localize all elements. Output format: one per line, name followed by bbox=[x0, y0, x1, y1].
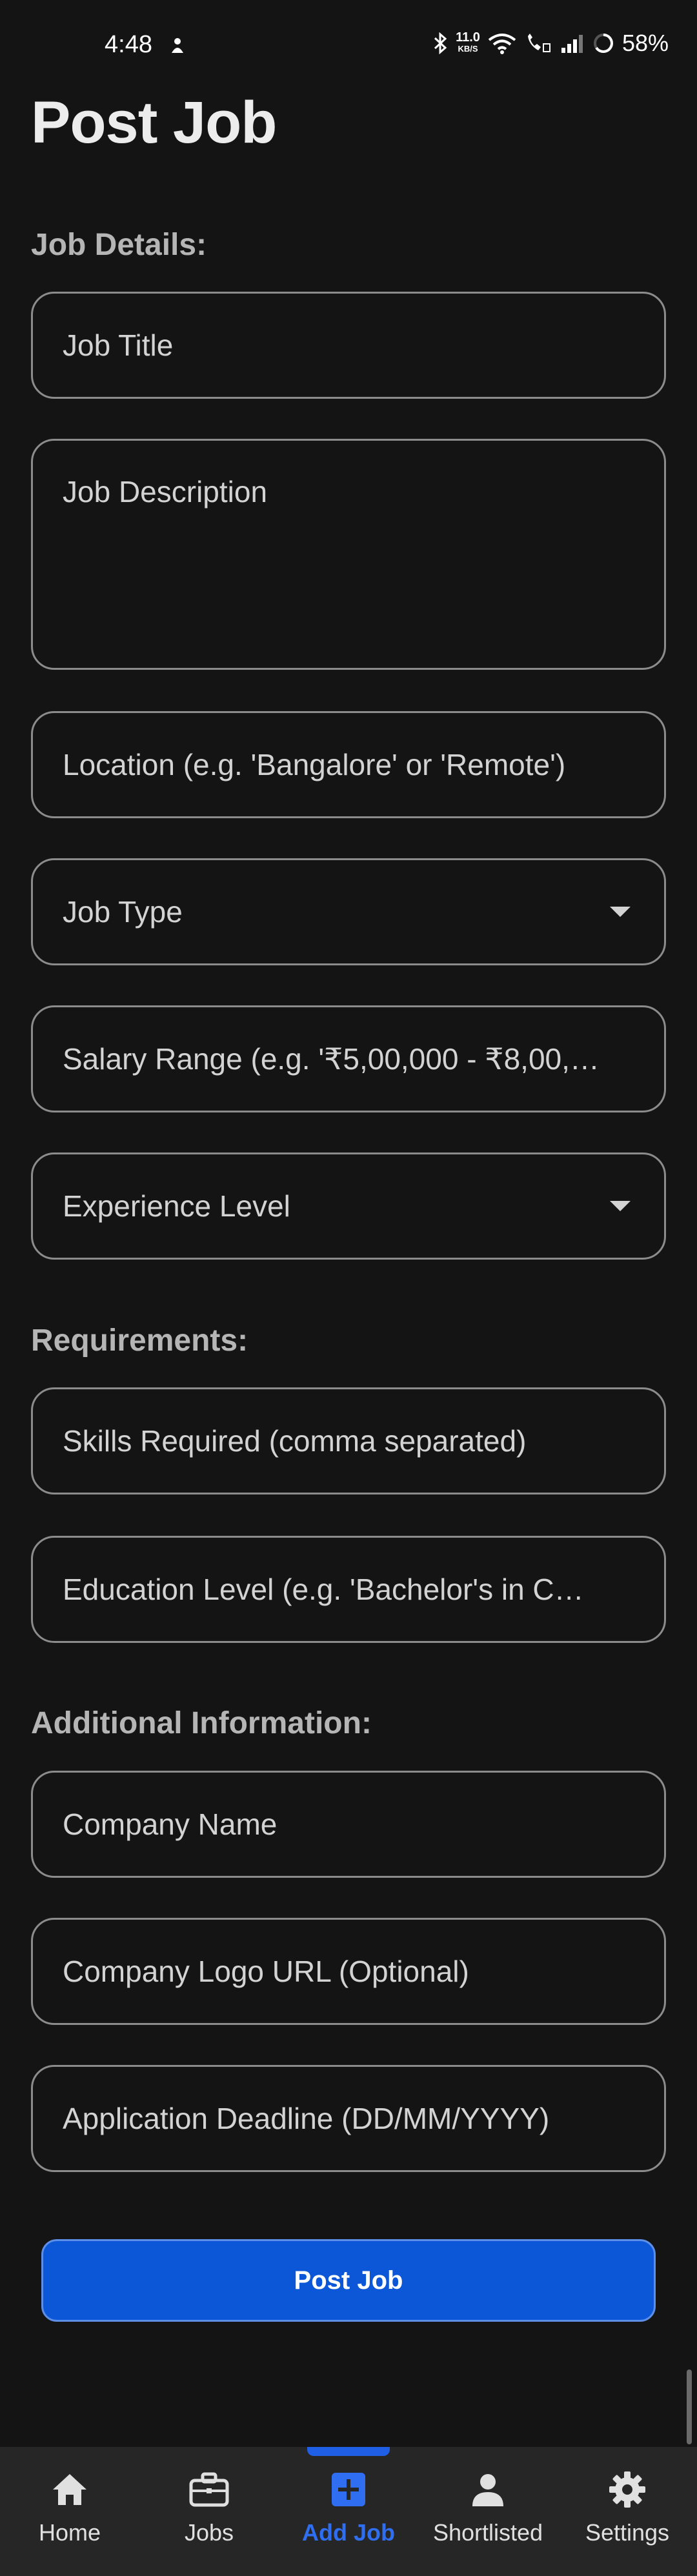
location-field[interactable]: Location (e.g. 'Bangalore' or 'Remote') bbox=[31, 711, 666, 818]
section-requirements: Requirements: bbox=[31, 1323, 248, 1358]
education-placeholder: Education Level (e.g. 'Bachelor's in C… bbox=[63, 1573, 584, 1606]
speed-unit: KB/S bbox=[458, 44, 478, 54]
job-description-field[interactable]: Job Description bbox=[31, 439, 666, 670]
notification-icon bbox=[172, 38, 183, 53]
nav-item-settings[interactable]: Settings bbox=[558, 2447, 697, 2576]
job-title-field[interactable]: Job Title bbox=[31, 292, 666, 399]
salary-range-placeholder: Salary Range (e.g. '₹5,00,000 - ₹8,00,… bbox=[63, 1042, 600, 1076]
battery-percent: 58% bbox=[621, 30, 669, 56]
nav-item-home[interactable]: Home bbox=[0, 2447, 139, 2576]
add-box-icon bbox=[328, 2469, 369, 2510]
post-job-screen: 4:48 11.0 KB/S 58% Post Job Job Details:… bbox=[0, 0, 697, 2576]
job-type-dropdown[interactable]: Job Type bbox=[31, 858, 666, 965]
company-name-placeholder: Company Name bbox=[63, 1807, 278, 1841]
nav-item-add-job[interactable]: Add Job bbox=[279, 2447, 418, 2576]
wifi-call-icon bbox=[527, 34, 551, 52]
bottom-nav: Home Jobs Add Job Shortlisted Settings bbox=[0, 2447, 697, 2576]
company-logo-placeholder: Company Logo URL (Optional) bbox=[63, 1955, 469, 1988]
bluetooth-icon bbox=[434, 32, 447, 54]
education-field[interactable]: Education Level (e.g. 'Bachelor's in C… bbox=[31, 1536, 666, 1643]
signal-icon bbox=[561, 35, 583, 53]
wifi-icon bbox=[488, 34, 516, 54]
scrollbar[interactable] bbox=[687, 2370, 692, 2444]
company-name-field[interactable]: Company Name bbox=[31, 1771, 666, 1878]
job-type-placeholder: Job Type bbox=[63, 895, 183, 929]
chevron-down-icon bbox=[610, 907, 631, 917]
skills-field[interactable]: Skills Required (comma separated) bbox=[31, 1387, 666, 1494]
nav-label-settings: Settings bbox=[585, 2519, 670, 2546]
experience-level-placeholder: Experience Level bbox=[63, 1189, 290, 1223]
section-additional-info: Additional Information: bbox=[31, 1706, 372, 1740]
deadline-field[interactable]: Application Deadline (DD/MM/YYYY) bbox=[31, 2065, 666, 2172]
page-title: Post Job bbox=[31, 90, 277, 156]
gear-icon bbox=[607, 2469, 648, 2510]
battery-icon bbox=[593, 34, 613, 53]
home-icon bbox=[49, 2469, 90, 2510]
chevron-down-icon bbox=[610, 1201, 631, 1211]
speed-value: 11.0 bbox=[456, 30, 480, 45]
company-logo-field[interactable]: Company Logo URL (Optional) bbox=[31, 1918, 666, 2025]
section-job-details: Job Details: bbox=[31, 228, 207, 262]
experience-level-dropdown[interactable]: Experience Level bbox=[31, 1152, 666, 1260]
nav-label-add-job: Add Job bbox=[302, 2519, 395, 2546]
location-placeholder: Location (e.g. 'Bangalore' or 'Remote') bbox=[63, 748, 566, 781]
nav-label-home: Home bbox=[38, 2519, 101, 2546]
deadline-placeholder: Application Deadline (DD/MM/YYYY) bbox=[63, 2102, 550, 2135]
nav-item-jobs[interactable]: Jobs bbox=[139, 2447, 279, 2576]
nav-label-shortlisted: Shortlisted bbox=[432, 2519, 543, 2546]
status-icons: 11.0 KB/S 58% bbox=[432, 30, 669, 57]
skills-placeholder: Skills Required (comma separated) bbox=[63, 1424, 527, 1458]
person-icon bbox=[467, 2469, 509, 2510]
briefcase-icon bbox=[188, 2469, 230, 2510]
nav-label-jobs: Jobs bbox=[184, 2519, 234, 2546]
job-title-placeholder: Job Title bbox=[63, 328, 174, 362]
status-bar: 4:48 11.0 KB/S 58% bbox=[0, 0, 697, 90]
job-description-placeholder: Job Description bbox=[63, 475, 268, 508]
nav-item-shortlisted[interactable]: Shortlisted bbox=[418, 2447, 558, 2576]
post-job-button[interactable]: Post Job bbox=[41, 2239, 656, 2322]
salary-range-field[interactable]: Salary Range (e.g. '₹5,00,000 - ₹8,00,… bbox=[31, 1005, 666, 1112]
status-time: 4:48 bbox=[105, 31, 152, 58]
network-speed: 11.0 KB/S bbox=[456, 30, 480, 55]
